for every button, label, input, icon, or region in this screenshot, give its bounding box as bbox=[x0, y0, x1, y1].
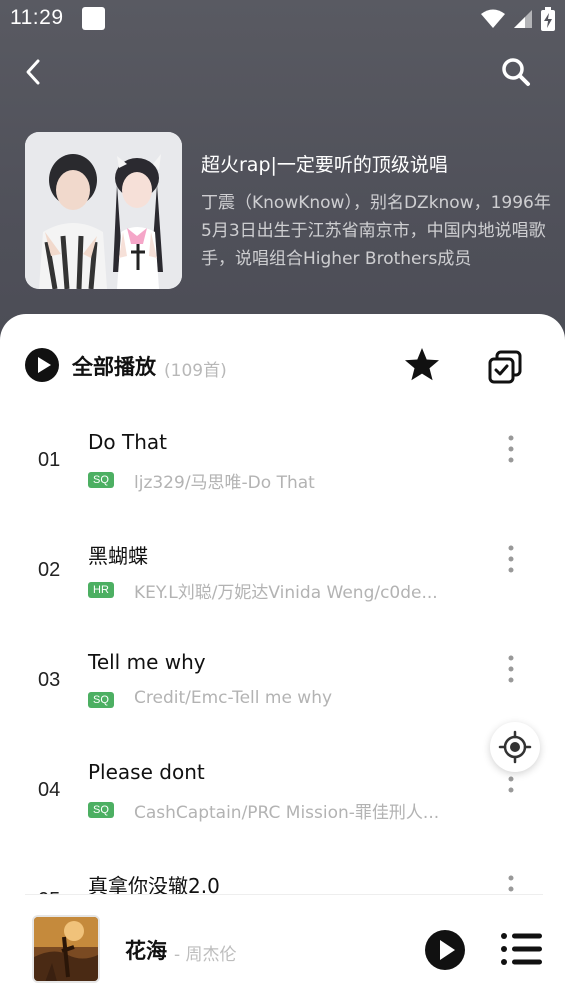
status-bar: 11:29 bbox=[0, 0, 565, 38]
more-vertical-icon bbox=[508, 875, 514, 892]
song-title: 真拿你没辙2.0 bbox=[88, 874, 220, 896]
more-vertical-icon bbox=[508, 655, 514, 683]
playlist-cover[interactable] bbox=[25, 132, 182, 289]
song-list: 01 Do That SQ ljz329/马思唯-Do That 02 黑蝴蝶 … bbox=[0, 404, 565, 896]
multi-select-icon bbox=[488, 350, 522, 384]
song-index: 03 bbox=[38, 669, 61, 691]
play-all-button[interactable] bbox=[25, 348, 59, 382]
song-index: 01 bbox=[38, 449, 61, 471]
quality-badge: SQ bbox=[88, 692, 114, 708]
album-art-image bbox=[34, 917, 98, 981]
song-artist: KEY.L刘聪/万妮达Vinida Weng/c0de... bbox=[134, 583, 438, 603]
queue-list-icon bbox=[501, 933, 542, 965]
quality-badge: SQ bbox=[88, 802, 114, 818]
song-count: (109首) bbox=[164, 361, 227, 381]
song-title: Do That bbox=[88, 430, 167, 454]
song-more-button[interactable] bbox=[500, 874, 522, 896]
status-time: 11:29 bbox=[10, 6, 64, 29]
song-artist: CashCaptain/PRC Mission-罪佳刑人... bbox=[134, 803, 440, 823]
chevron-left-icon bbox=[26, 59, 40, 85]
star-icon bbox=[405, 348, 439, 381]
song-more-button[interactable] bbox=[500, 544, 522, 576]
play-all-row: 全部播放 (109首) bbox=[0, 314, 565, 414]
more-vertical-icon bbox=[508, 545, 514, 573]
wifi-icon bbox=[481, 9, 505, 28]
locate-icon bbox=[498, 730, 532, 764]
song-title: 黑蝴蝶 bbox=[88, 544, 148, 568]
song-more-button[interactable] bbox=[500, 654, 522, 686]
more-vertical-icon bbox=[508, 435, 514, 463]
search-button[interactable] bbox=[500, 56, 532, 88]
quality-badge: SQ bbox=[88, 472, 114, 488]
song-row[interactable]: 04 Please dont SQ CashCaptain/PRC Missio… bbox=[0, 734, 565, 844]
song-title: Tell me why bbox=[88, 650, 206, 674]
play-pause-button[interactable] bbox=[424, 929, 466, 971]
song-artist: Credit/Emc-Tell me why bbox=[134, 688, 333, 708]
play-icon bbox=[425, 930, 465, 970]
mini-player[interactable]: 花海 - 周杰伦 bbox=[0, 895, 565, 1004]
playlist-title: 超火rap|一定要听的顶级说唱 bbox=[201, 154, 448, 176]
song-more-button[interactable] bbox=[500, 434, 522, 466]
notification-icon bbox=[82, 7, 105, 30]
playlist-queue-button[interactable] bbox=[500, 931, 544, 967]
battery-icon bbox=[541, 7, 555, 31]
playlist-cover-image bbox=[25, 132, 182, 289]
now-playing-artist: - 周杰伦 bbox=[174, 945, 237, 965]
song-row[interactable]: 03 Tell me why SQ Credit/Emc-Tell me why bbox=[0, 624, 565, 734]
status-icons bbox=[481, 7, 555, 31]
song-index: 04 bbox=[38, 779, 61, 801]
search-icon bbox=[502, 58, 530, 86]
multi-select-button[interactable] bbox=[488, 350, 522, 384]
play-circle-icon bbox=[25, 348, 59, 382]
song-title: Please dont bbox=[88, 760, 205, 784]
locate-current-song-button[interactable] bbox=[490, 722, 540, 772]
favorite-button[interactable] bbox=[403, 346, 441, 384]
now-playing-title: 花海 bbox=[125, 939, 167, 963]
quality-badge: HR bbox=[88, 582, 114, 598]
song-index: 02 bbox=[38, 559, 61, 581]
now-playing-artwork[interactable] bbox=[32, 915, 100, 983]
song-row[interactable]: 02 黑蝴蝶 HR KEY.L刘聪/万妮达Vinida Weng/c0de... bbox=[0, 514, 565, 624]
play-all-label[interactable]: 全部播放 bbox=[72, 351, 156, 381]
playlist-description[interactable]: 丁震（KnowKnow），别名DZknow，1996年5月3日出生于江苏省南京市… bbox=[201, 189, 551, 273]
song-row[interactable]: 01 Do That SQ ljz329/马思唯-Do That bbox=[0, 404, 565, 514]
signal-icon bbox=[514, 10, 532, 28]
song-artist: ljz329/马思唯-Do That bbox=[134, 473, 315, 493]
back-button[interactable] bbox=[20, 56, 48, 88]
song-row[interactable]: 05 真拿你没辙2.0 SQ bbox=[0, 844, 565, 896]
